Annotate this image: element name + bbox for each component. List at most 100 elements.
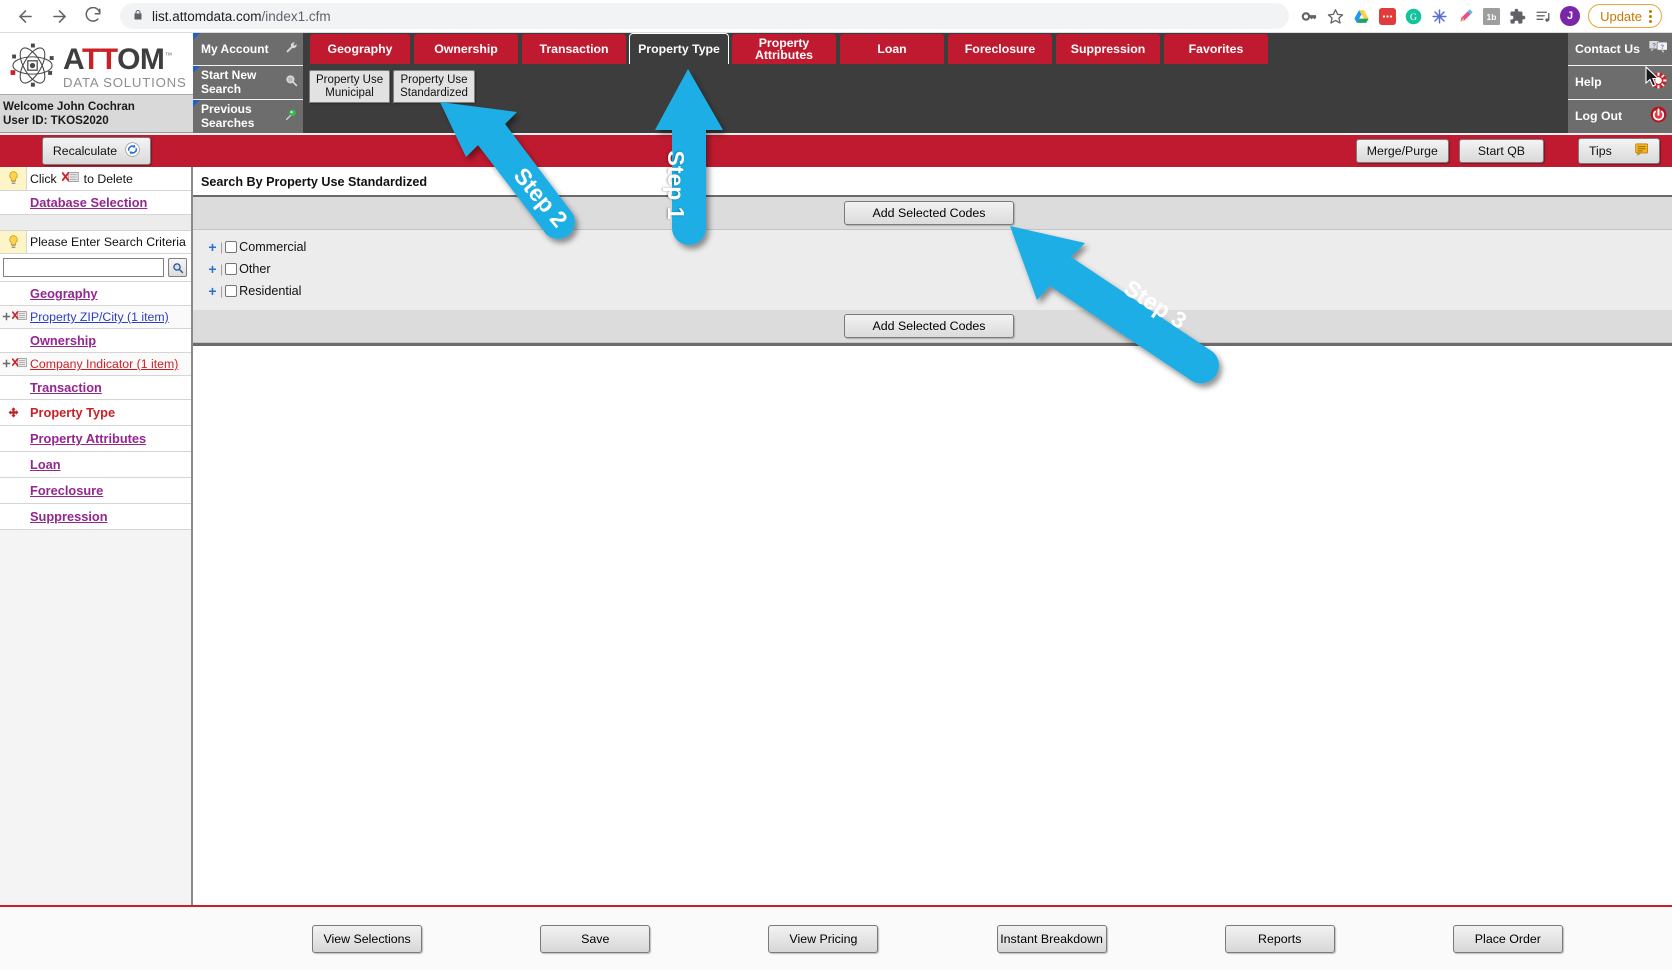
delete-x-icon [61, 171, 79, 186]
wrench-icon [285, 41, 298, 57]
reload-icon[interactable] [78, 1, 108, 31]
welcome-banner: Welcome John Cochran User ID: TKOS2020 [0, 94, 193, 132]
tree-checkbox-commercial[interactable] [225, 241, 238, 253]
red-extension-icon[interactable] [1379, 7, 1397, 25]
green-pin-icon [285, 108, 298, 124]
tab-bar: Geography Ownership Transaction Property… [303, 33, 1568, 64]
expand-plus-icon[interactable]: + [207, 284, 218, 298]
menu-item-previous-searches[interactable]: Previous Searches [193, 99, 303, 133]
save-button[interactable]: Save [540, 924, 651, 953]
place-order-button[interactable]: Place Order [1452, 924, 1563, 953]
account-menu: My Account Start New Search Previous Sea… [193, 33, 303, 133]
corner-marker-icon [193, 33, 200, 40]
save-label: Save [581, 931, 610, 946]
grammarly-icon[interactable]: G [1405, 8, 1422, 25]
gutter [0, 504, 27, 529]
sidebar-item-suppression[interactable]: Suppression [0, 504, 191, 530]
sidebar-item-foreclosure[interactable]: Foreclosure [0, 478, 191, 504]
onetab-icon[interactable]: 1b [1483, 7, 1501, 25]
sidebar-item-ownership[interactable]: Ownership [0, 329, 191, 353]
tab-property-type[interactable]: Property Type [629, 33, 729, 64]
gutter [0, 376, 27, 399]
tab-suppression-label: Suppression [1070, 41, 1146, 56]
view-selections-button[interactable]: View Selections [312, 924, 423, 953]
expand-plus-icon[interactable] [2, 357, 11, 371]
expand-plus-icon[interactable] [2, 310, 11, 324]
corner-marker-icon [193, 99, 200, 107]
tree-node-residential[interactable]: + | Residential [207, 280, 1672, 302]
add-selected-codes-button-top[interactable]: Add Selected Codes [844, 201, 1014, 225]
address-bar[interactable]: list.attomdata.com/index1.cfm [120, 3, 1290, 29]
section-divider [193, 343, 1672, 346]
database-selection-label: Database Selection [30, 195, 148, 210]
tree-node-other[interactable]: + | Other [207, 258, 1672, 280]
menu-item-log-out[interactable]: Log Out [1568, 99, 1672, 133]
google-drive-icon[interactable] [1353, 8, 1370, 25]
tree-node-commercial[interactable]: + | Commercial [207, 236, 1672, 258]
tab-ownership[interactable]: Ownership [413, 33, 519, 64]
criteria-search-row [0, 254, 191, 282]
tree-checkbox-other[interactable] [225, 263, 238, 275]
password-key-icon[interactable] [1301, 8, 1318, 25]
criteria-sidebar: Click to Delete Database Selection Pleas… [0, 167, 193, 905]
tab-loan-label: Loan [877, 41, 907, 56]
forward-arrow-icon[interactable] [44, 1, 74, 31]
asterisk-extension-icon[interactable] [1431, 8, 1448, 25]
menu-item-my-account[interactable]: My Account [193, 33, 303, 67]
search-input[interactable] [3, 258, 164, 277]
tips-button[interactable]: Tips [1578, 138, 1660, 164]
start-qb-button[interactable]: Start QB [1458, 139, 1544, 163]
merge-purge-button[interactable]: Merge/Purge [1355, 139, 1449, 163]
tab-favorites[interactable]: Favorites [1163, 33, 1269, 64]
tab-loan[interactable]: Loan [839, 33, 945, 64]
menu-item-start-new-search[interactable]: Start New Search [193, 66, 303, 100]
delete-x-icon[interactable] [11, 357, 27, 371]
svg-text:1b: 1b [1487, 12, 1497, 22]
sidebar-item-suppression-label: Suppression [30, 509, 108, 524]
expand-plus-icon[interactable]: + [207, 240, 218, 254]
tab-property-attributes-label: Property Attributes [754, 35, 814, 62]
sidebar-criterion-company-indicator[interactable]: Company Indicator (1 item) [0, 353, 191, 376]
subtab-property-use-standardized[interactable]: Property Use Standardized [393, 70, 475, 103]
reports-button[interactable]: Reports [1224, 924, 1335, 953]
search-submit-button[interactable] [168, 258, 187, 277]
puzzle-extensions-icon[interactable] [1509, 8, 1526, 25]
instant-breakdown-label: Instant Breakdown [1000, 931, 1103, 946]
tree-divider: | [220, 284, 224, 298]
sidebar-item-property-type[interactable]: Property Type [0, 400, 191, 426]
sidebar-item-property-attributes-label: Property Attributes [30, 431, 147, 446]
expand-plus-icon[interactable]: + [207, 262, 218, 276]
recalculate-button[interactable]: Recalculate [41, 137, 152, 165]
menu-item-start-new-search-label: Start New Search [201, 68, 257, 97]
sidebar-item-property-attributes[interactable]: Property Attributes [0, 426, 191, 452]
pen-highlighter-icon[interactable] [1457, 8, 1474, 25]
tab-transaction[interactable]: Transaction [521, 33, 627, 64]
tree-checkbox-residential[interactable] [225, 285, 238, 297]
tab-geography-label: Geography [327, 41, 393, 56]
delete-x-icon[interactable] [11, 310, 27, 324]
sidebar-item-transaction[interactable]: Transaction [0, 376, 191, 400]
tab-property-attributes[interactable]: Property Attributes [731, 33, 837, 64]
back-arrow-icon[interactable] [10, 1, 40, 31]
tip-note-icon [1635, 143, 1649, 159]
profile-avatar[interactable]: J [1560, 6, 1581, 26]
sidebar-criterion-property-zip-city[interactable]: Property ZIP/City (1 item) [0, 306, 191, 329]
chrome-menu-icon[interactable] [1646, 9, 1655, 23]
tab-suppression[interactable]: Suppression [1055, 33, 1161, 64]
add-selected-codes-bottom-label: Add Selected Codes [872, 319, 986, 333]
view-pricing-button[interactable]: View Pricing [768, 924, 879, 953]
sidebar-item-geography[interactable]: Geography [0, 282, 191, 306]
bookmark-star-icon[interactable] [1327, 8, 1344, 25]
menu-item-contact-us[interactable]: Contact Us ?? [1568, 33, 1672, 67]
add-selected-codes-button-bottom[interactable]: Add Selected Codes [844, 314, 1014, 338]
tab-geography[interactable]: Geography [309, 33, 411, 64]
add-codes-bottom-bar: Add Selected Codes [193, 310, 1672, 343]
sidebar-item-loan[interactable]: Loan [0, 452, 191, 478]
sidebar-item-database-selection[interactable]: Database Selection [0, 191, 191, 215]
playlist-icon[interactable] [1535, 8, 1552, 25]
update-button[interactable]: Update [1588, 4, 1662, 28]
tab-foreclosure[interactable]: Foreclosure [947, 33, 1053, 64]
subtab-property-use-municipal[interactable]: Property Use Municipal [309, 70, 391, 103]
instant-breakdown-button[interactable]: Instant Breakdown [996, 924, 1107, 953]
menu-item-my-account-label: My Account [201, 42, 269, 57]
